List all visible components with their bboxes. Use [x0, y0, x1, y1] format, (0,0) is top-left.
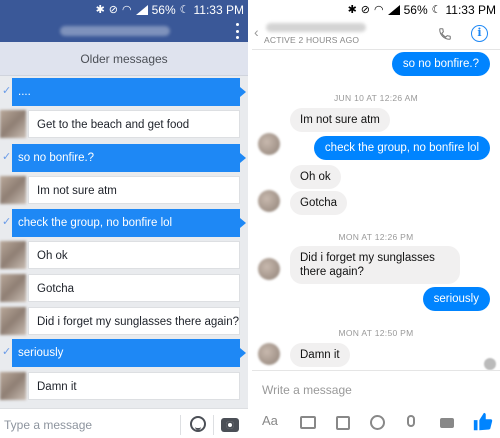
clock: 11:33 PM: [193, 3, 244, 17]
timestamp: MON AT 12:26 PM: [338, 232, 414, 242]
wifi-icon: ◠: [122, 3, 132, 16]
message-sent: ✓ so no bonfire.?: [0, 142, 248, 174]
message-text: seriously: [12, 339, 246, 367]
image-icon[interactable]: [336, 416, 350, 430]
message-sent: ✓ seriously: [0, 337, 248, 369]
message-input[interactable]: Write a message: [262, 383, 352, 397]
status-bar: ✱ ⊘ ◠ 56% ☾ 11:33 PM: [252, 0, 500, 20]
text-format-icon[interactable]: Aa: [262, 413, 278, 428]
message-text: Did i forget my sunglasses there again?: [28, 307, 240, 335]
divider: [213, 415, 214, 435]
message-composer: Type a message: [0, 408, 248, 438]
divider: [180, 415, 181, 435]
check-icon: ✓: [2, 216, 12, 228]
silent-icon: ⊘: [360, 3, 370, 16]
message-received: Oh ok: [0, 239, 248, 271]
wifi-icon: ◠: [374, 3, 384, 16]
message-sent: check the group, no bonfire lol: [313, 136, 490, 160]
silent-icon: ⊘: [108, 3, 118, 16]
check-icon: ✓: [2, 85, 12, 97]
status-bar: ✱ ⊘ ◠ 56% ☾ 11:33 PM: [0, 0, 248, 20]
message-text: Oh ok: [28, 241, 240, 269]
avatar: [0, 307, 26, 335]
signal-icon: [135, 5, 148, 15]
avatar: [0, 372, 26, 400]
message-text: Damn it: [28, 372, 240, 400]
menu-icon[interactable]: [234, 23, 240, 39]
contact-name-redacted: [60, 26, 170, 36]
avatar: [258, 343, 280, 365]
check-icon: ✓: [2, 151, 12, 163]
message-input[interactable]: Type a message: [4, 418, 92, 432]
message-text: so no bonfire.?: [12, 144, 246, 172]
message-received: Did i forget my sunglasses there again?: [290, 246, 460, 284]
signal-icon: [387, 5, 400, 15]
message-received: Gotcha: [0, 272, 248, 304]
avatar: [0, 176, 26, 204]
moon-icon: ☾: [431, 3, 442, 16]
message-received: Im not sure atm: [290, 108, 390, 132]
avatar: [258, 133, 280, 155]
more-icon[interactable]: [440, 418, 454, 428]
older-messages-link[interactable]: Older messages: [0, 42, 248, 76]
emoji-icon[interactable]: [370, 415, 385, 430]
message-received: Oh ok: [290, 165, 341, 189]
camera-icon[interactable]: [300, 416, 316, 429]
moon-icon: ☾: [179, 3, 190, 16]
messenger-screen: ✱ ⊘ ◠ 56% ☾ 11:33 PM ‹ ACTIVE 2 HOURS AG…: [252, 0, 500, 438]
message-received: Damn it: [0, 370, 248, 402]
check-icon: ✓: [2, 346, 12, 358]
message-list: so no bonfire.? JUN 10 AT 12:26 AM Im no…: [252, 30, 500, 370]
emoji-icon[interactable]: [190, 416, 206, 432]
avatar: [258, 258, 280, 280]
clock: 11:33 PM: [445, 3, 496, 17]
message-received: Im not sure atm: [0, 174, 248, 206]
message-sent: seriously: [422, 287, 490, 311]
avatar: [0, 110, 26, 138]
composer-toolbar: Aa: [252, 408, 500, 438]
seen-avatar: [484, 358, 496, 370]
message-received: Get to the beach and get food: [0, 108, 248, 140]
message-text: Get to the beach and get food: [28, 110, 240, 138]
avatar: [0, 274, 26, 302]
camera-icon[interactable]: [221, 418, 239, 432]
message-received: Damn it: [290, 343, 350, 367]
message-sent: ✓ ....: [0, 76, 248, 108]
message-text: ....: [12, 78, 246, 106]
battery-percent: 56%: [403, 3, 428, 17]
bluetooth-icon: ✱: [95, 3, 105, 16]
message-text: Gotcha: [28, 274, 240, 302]
battery-percent: 56%: [151, 3, 176, 17]
message-text: Im not sure atm: [28, 176, 240, 204]
message-received: Gotcha: [290, 191, 348, 215]
bluetooth-icon: ✱: [347, 3, 357, 16]
avatar: [0, 241, 26, 269]
message-text: check the group, no bonfire lol: [12, 209, 246, 237]
facebook-messages-screen: ✱ ⊘ ◠ 56% ☾ 11:33 PM Older messages ✓ ..…: [0, 0, 248, 438]
avatar: [258, 190, 280, 212]
thumbs-up-icon[interactable]: [472, 411, 494, 433]
message-received: Did i forget my sunglasses there again?: [0, 305, 248, 337]
timestamp: MON AT 12:50 PM: [338, 328, 414, 338]
conversation-header: [0, 20, 248, 42]
message-sent: so no bonfire.?: [391, 52, 490, 76]
timestamp: JUN 10 AT 12:26 AM: [334, 93, 418, 103]
message-composer: Write a message: [252, 370, 500, 408]
message-sent: ✓ check the group, no bonfire lol: [0, 207, 248, 239]
mic-icon[interactable]: [407, 415, 415, 427]
